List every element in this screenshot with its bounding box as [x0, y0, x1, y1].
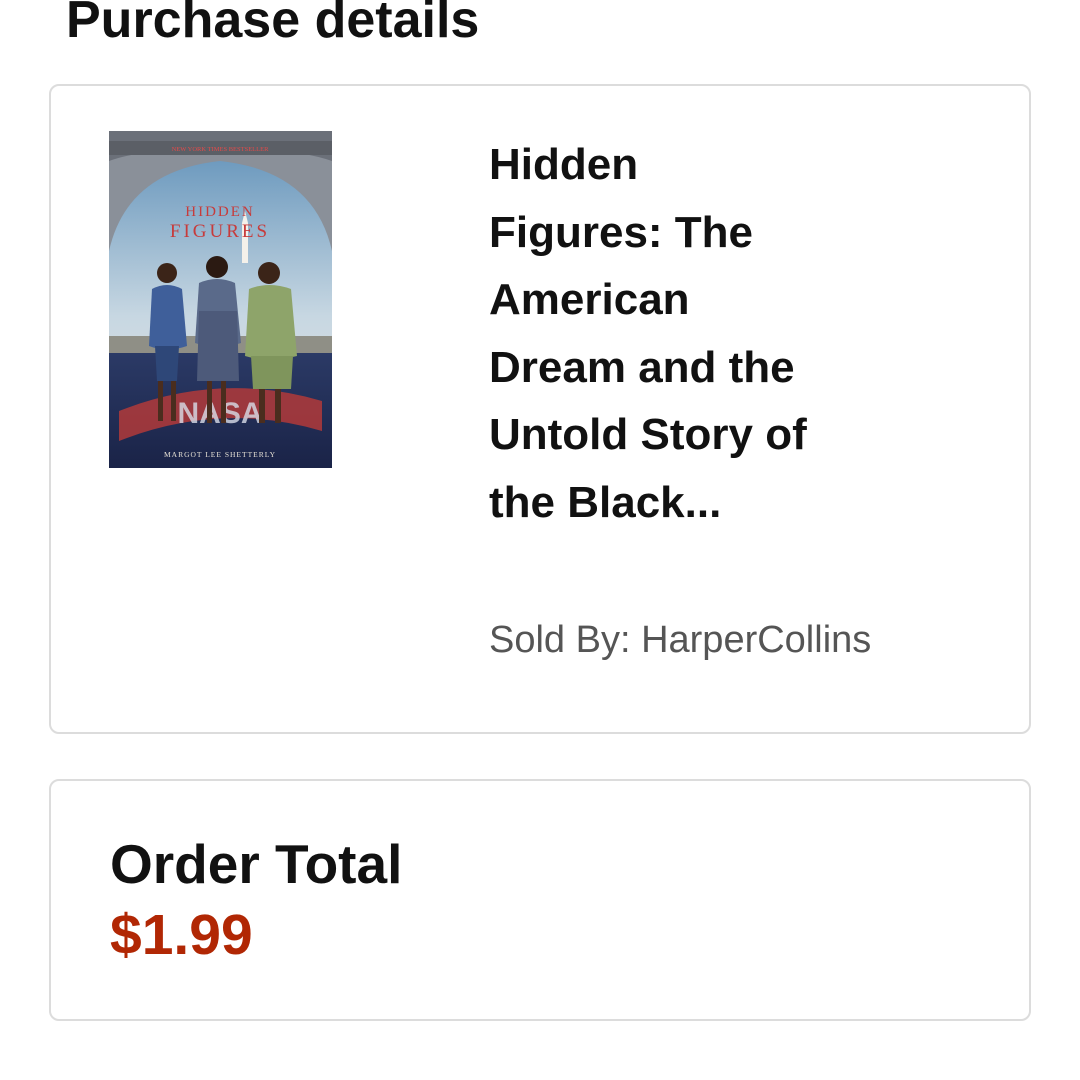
- book-cover-image[interactable]: NEW YORK TIMES BESTSELLER HIDDEN FIGURES…: [109, 131, 332, 468]
- order-total-label: Order Total: [110, 833, 403, 895]
- page-title: Purchase details: [66, 0, 480, 49]
- product-title[interactable]: Hidden Figures: The American Dream and t…: [489, 131, 819, 536]
- svg-text:NASA: NASA: [177, 397, 262, 430]
- order-total-value: $1.99: [110, 903, 253, 967]
- product-card[interactable]: NEW YORK TIMES BESTSELLER HIDDEN FIGURES…: [49, 84, 1031, 734]
- sold-by-label: Sold By: HarperCollins: [489, 619, 872, 661]
- book-cover-art: NEW YORK TIMES BESTSELLER HIDDEN FIGURES…: [109, 131, 332, 468]
- cover-author: MARGOT LEE SHETTERLY: [164, 450, 276, 459]
- cover-title-line1: HIDDEN: [185, 204, 255, 220]
- cover-title-line2: FIGURES: [170, 221, 270, 242]
- cover-banner-text: NEW YORK TIMES BESTSELLER: [172, 146, 270, 153]
- order-total-card: Order Total $1.99: [49, 779, 1031, 1021]
